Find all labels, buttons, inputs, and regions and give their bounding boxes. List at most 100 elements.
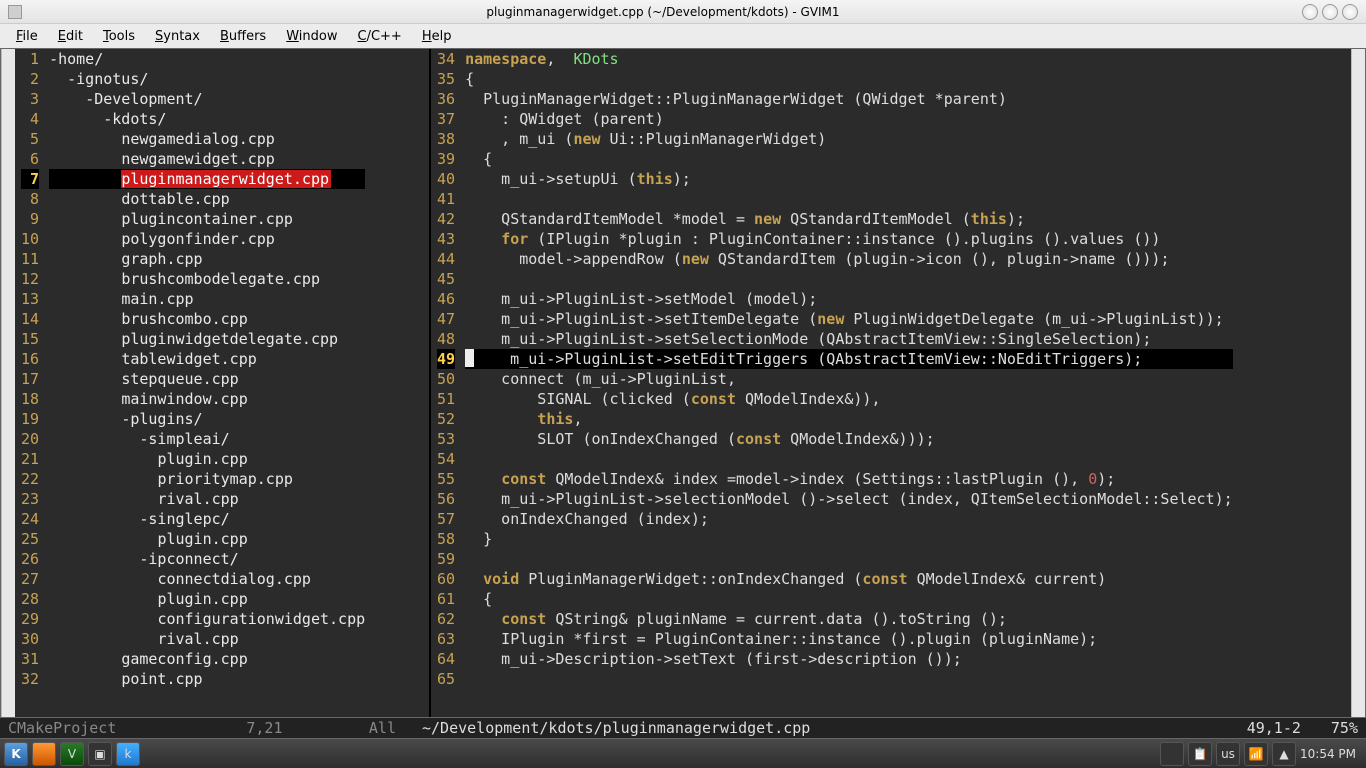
code-line[interactable]: model->appendRow (new QStandardItem (plu… xyxy=(465,249,1233,269)
tree-file[interactable]: gameconfig.cpp xyxy=(49,649,365,669)
menu-buffers[interactable]: Buffers xyxy=(212,27,274,46)
tree-file[interactable]: pluginmanagerwidget.cpp xyxy=(49,169,365,189)
tree-file[interactable]: connectdialog.cpp xyxy=(49,569,365,589)
code-line[interactable]: m_ui->PluginList->setSelectionMode (QAbs… xyxy=(465,329,1233,349)
tree-file[interactable]: plugin.cpp xyxy=(49,589,365,609)
code-line[interactable]: m_ui->PluginList->setEditTriggers (QAbst… xyxy=(465,349,1233,369)
tree-folder[interactable]: -home/ xyxy=(49,49,365,69)
code-line[interactable] xyxy=(465,549,1233,569)
source-code[interactable]: namespace, KDots{ PluginManagerWidget::P… xyxy=(465,49,1233,717)
code-line[interactable]: namespace, KDots xyxy=(465,49,1233,69)
code-line[interactable]: { xyxy=(465,149,1233,169)
code-line[interactable] xyxy=(465,449,1233,469)
tree-file[interactable]: plugin.cpp xyxy=(49,449,365,469)
tree-file[interactable]: pluginwidgetdelegate.cpp xyxy=(49,329,365,349)
tree-file[interactable]: graph.cpp xyxy=(49,249,365,269)
code-line[interactable]: const QModelIndex& index =model->index (… xyxy=(465,469,1233,489)
menu-window[interactable]: Window xyxy=(278,27,345,46)
editor-area: 1234567891011121314151617181920212223242… xyxy=(0,48,1366,718)
tree-file[interactable]: rival.cpp xyxy=(49,489,365,509)
menu-cc[interactable]: C/C++ xyxy=(349,27,409,46)
code-pane[interactable]: 3435363738394041424344454647484950515253… xyxy=(431,49,1351,717)
tree-file[interactable]: mainwindow.cpp xyxy=(49,389,365,409)
taskbar[interactable]: K V ▣ k 📋 us 📶 ▲ 10:54 PM xyxy=(0,738,1366,768)
code-line[interactable]: for (IPlugin *plugin : PluginContainer::… xyxy=(465,229,1233,249)
code-line[interactable] xyxy=(465,269,1233,289)
code-line[interactable]: onIndexChanged (index); xyxy=(465,509,1233,529)
network-tray-icon[interactable]: 📶 xyxy=(1244,742,1268,766)
app-task-button[interactable]: k xyxy=(116,742,140,766)
close-button[interactable] xyxy=(1342,4,1358,20)
code-line[interactable]: m_ui->setupUi (this); xyxy=(465,169,1233,189)
tree-file[interactable]: tablewidget.cpp xyxy=(49,349,365,369)
kde-menu-button[interactable]: K xyxy=(4,742,28,766)
tree-folder[interactable]: -kdots/ xyxy=(49,109,365,129)
code-line[interactable] xyxy=(465,189,1233,209)
menu-tools[interactable]: Tools xyxy=(95,27,143,46)
right-scrollbar[interactable] xyxy=(1351,49,1365,717)
code-line[interactable]: const QString& pluginName = current.data… xyxy=(465,609,1233,629)
cursor xyxy=(465,349,474,367)
clock[interactable]: 10:54 PM xyxy=(1300,747,1356,761)
maximize-button[interactable] xyxy=(1322,4,1338,20)
menu-edit[interactable]: Edit xyxy=(50,27,91,46)
code-line[interactable]: SIGNAL (clicked (const QModelIndex&)), xyxy=(465,389,1233,409)
app-icon xyxy=(8,5,22,19)
firefox-task-button[interactable] xyxy=(32,742,56,766)
clipboard-tray-icon[interactable]: 📋 xyxy=(1188,742,1212,766)
tree-file[interactable]: polygonfinder.cpp xyxy=(49,229,365,249)
file-tree-pane[interactable]: 1234567891011121314151617181920212223242… xyxy=(15,49,429,717)
tree-file[interactable]: brushcombodelegate.cpp xyxy=(49,269,365,289)
code-line[interactable]: m_ui->PluginList->selectionModel ()->sel… xyxy=(465,489,1233,509)
tree-file[interactable]: newgamewidget.cpp xyxy=(49,149,365,169)
tree-file[interactable]: point.cpp xyxy=(49,669,365,689)
status-right: ~/Development/kdots/pluginmanagerwidget.… xyxy=(414,718,1366,738)
system-tray-app-icon[interactable] xyxy=(1160,742,1184,766)
tree-folder[interactable]: -ignotus/ xyxy=(49,69,365,89)
file-tree[interactable]: -home/ -ignotus/ -Development/ -kdots/ n… xyxy=(49,49,365,717)
code-line[interactable]: QStandardItemModel *model = new QStandar… xyxy=(465,209,1233,229)
code-line[interactable]: : QWidget (parent) xyxy=(465,109,1233,129)
terminal-task-button[interactable]: ▣ xyxy=(88,742,112,766)
tree-file[interactable]: brushcombo.cpp xyxy=(49,309,365,329)
code-line[interactable]: this, xyxy=(465,409,1233,429)
tree-folder[interactable]: -plugins/ xyxy=(49,409,365,429)
gvim-window: pluginmanagerwidget.cpp (~/Development/k… xyxy=(0,0,1366,738)
tree-file[interactable]: main.cpp xyxy=(49,289,365,309)
tree-folder[interactable]: -simpleai/ xyxy=(49,429,365,449)
code-line[interactable]: PluginManagerWidget::PluginManagerWidget… xyxy=(465,89,1233,109)
volume-tray-icon[interactable]: ▲ xyxy=(1272,742,1296,766)
tree-file[interactable]: stepqueue.cpp xyxy=(49,369,365,389)
tree-file[interactable]: plugincontainer.cpp xyxy=(49,209,365,229)
tree-folder[interactable]: -singlepc/ xyxy=(49,509,365,529)
code-line[interactable] xyxy=(465,669,1233,689)
tree-file[interactable]: prioritymap.cpp xyxy=(49,469,365,489)
titlebar[interactable]: pluginmanagerwidget.cpp (~/Development/k… xyxy=(0,0,1366,24)
code-line[interactable]: IPlugin *first = PluginContainer::instan… xyxy=(465,629,1233,649)
code-line[interactable]: } xyxy=(465,529,1233,549)
minimize-button[interactable] xyxy=(1302,4,1318,20)
code-line[interactable]: m_ui->Description->setText (first->descr… xyxy=(465,649,1233,669)
tree-folder[interactable]: -ipconnect/ xyxy=(49,549,365,569)
menu-help[interactable]: Help xyxy=(414,27,460,46)
menubar: FileEditToolsSyntaxBuffersWindowC/C++ Hel… xyxy=(0,24,1366,48)
tree-file[interactable]: configurationwidget.cpp xyxy=(49,609,365,629)
code-line[interactable]: m_ui->PluginList->setModel (model); xyxy=(465,289,1233,309)
code-line[interactable]: , m_ui (new Ui::PluginManagerWidget) xyxy=(465,129,1233,149)
tree-file[interactable]: newgamedialog.cpp xyxy=(49,129,365,149)
code-line[interactable]: connect (m_ui->PluginList, xyxy=(465,369,1233,389)
code-line[interactable]: { xyxy=(465,69,1233,89)
tree-folder[interactable]: -Development/ xyxy=(49,89,365,109)
left-scrollbar[interactable] xyxy=(1,49,15,717)
menu-syntax[interactable]: Syntax xyxy=(147,27,208,46)
tree-file[interactable]: rival.cpp xyxy=(49,629,365,649)
keyboard-layout-indicator[interactable]: us xyxy=(1216,742,1240,766)
code-line[interactable]: SLOT (onIndexChanged (const QModelIndex&… xyxy=(465,429,1233,449)
code-line[interactable]: m_ui->PluginList->setItemDelegate (new P… xyxy=(465,309,1233,329)
tree-file[interactable]: dottable.cpp xyxy=(49,189,365,209)
gvim-task-button[interactable]: V xyxy=(60,742,84,766)
code-line[interactable]: void PluginManagerWidget::onIndexChanged… xyxy=(465,569,1233,589)
tree-file[interactable]: plugin.cpp xyxy=(49,529,365,549)
code-line[interactable]: { xyxy=(465,589,1233,609)
menu-file[interactable]: File xyxy=(8,27,46,46)
